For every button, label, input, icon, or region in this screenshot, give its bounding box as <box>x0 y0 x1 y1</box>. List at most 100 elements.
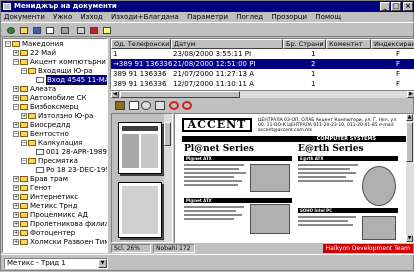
collapse-icon[interactable]: − <box>5 41 11 47</box>
document-scroll-thumb[interactable] <box>406 122 413 162</box>
thumbnails-pane[interactable] <box>111 113 173 243</box>
rotate-left-icon[interactable] <box>169 101 179 110</box>
expand-icon[interactable]: + <box>13 194 19 200</box>
expand-icon[interactable]: + <box>13 122 19 128</box>
tree-node[interactable]: + Биосредлд <box>13 121 70 130</box>
document-scrollbar[interactable]: ▲ ▼ <box>406 114 414 242</box>
tree-node[interactable]: + Пролетникова филиала Кредо <box>13 220 107 229</box>
col-pages[interactable]: Бр. Страни <box>283 39 326 49</box>
globe-icon[interactable] <box>5 25 16 35</box>
collapse-icon[interactable]: − <box>13 59 19 65</box>
tree-node[interactable]: 001 28-АPR-1989 <box>29 148 107 157</box>
expand-icon[interactable]: + <box>13 239 19 245</box>
tree-node[interactable]: + Алеата <box>13 85 56 94</box>
tree-node[interactable]: + Интернетикс <box>13 193 78 202</box>
tree-node[interactable]: + Изтолзно Ю-ра <box>21 112 93 121</box>
tree-node[interactable]: + Метикс Трнд <box>13 202 77 211</box>
tree-node[interactable]: − Пресмятка <box>21 157 78 166</box>
tree-node[interactable]: − Калкулация <box>21 139 82 148</box>
table-row[interactable]: 1 23/08/2000 3:55:11 PI 1 F <box>111 49 414 59</box>
tree-node[interactable]: − Македония <box>5 40 63 49</box>
tree-node[interactable]: +22 Май <box>13 49 56 58</box>
menu-edit[interactable]: Ужко <box>50 12 75 22</box>
collapse-icon[interactable]: − <box>13 104 19 110</box>
tree-node[interactable]: + Фотоцентер <box>13 229 75 238</box>
expand-icon[interactable]: + <box>13 221 19 227</box>
collapse-icon[interactable]: − <box>13 131 19 137</box>
tools-icon[interactable] <box>59 25 70 35</box>
col-phone[interactable]: Од. Телефонски броj <box>111 39 171 49</box>
scroll-right-icon[interactable]: ▶ <box>407 91 414 98</box>
documents-grid[interactable]: Од. Телефонски броj Датум Бр. Страни Ком… <box>110 38 414 90</box>
folder-icon <box>28 113 36 119</box>
minimize-button[interactable]: _ <box>380 2 390 11</box>
document-preview[interactable]: ACCENT ЦЕНТРАЛА 03-ОП, ОЛАБ Акцент Компю… <box>174 113 414 243</box>
folder-tree[interactable]: − Македония +22 Май − Акцент компютърни − Вход… <box>2 38 108 253</box>
thumbnails-scrollbar[interactable] <box>164 114 172 242</box>
tree-node[interactable]: + Брав трам <box>13 175 68 184</box>
close-button[interactable]: × <box>403 2 413 11</box>
page-icon[interactable] <box>129 101 139 110</box>
expand-icon[interactable]: + <box>21 113 27 119</box>
tree-node[interactable]: + Генот <box>13 184 52 193</box>
thumbnail-page-2[interactable] <box>118 182 162 238</box>
expand-icon[interactable]: + <box>13 230 19 236</box>
scroll-thumb[interactable] <box>120 91 240 98</box>
menu-output[interactable]: Изходи+Благдана <box>108 12 182 22</box>
delete-icon[interactable] <box>88 25 99 35</box>
expand-icon[interactable]: + <box>13 203 19 209</box>
expand-icon[interactable]: + <box>13 185 19 191</box>
maximize-button[interactable]: □ <box>391 2 401 11</box>
expand-icon[interactable]: + <box>13 212 19 218</box>
tree-node[interactable]: Вход 4545 11-МАУ-1986 <box>29 75 107 85</box>
menu-input[interactable]: Изход <box>77 12 105 22</box>
table-row[interactable]: 389 91 136336 12/07/2000 11:10:11 A 1 F <box>111 79 414 89</box>
thumbnails-icon[interactable] <box>115 101 125 110</box>
new-folder-icon[interactable] <box>18 25 29 35</box>
scroll-down-icon[interactable]: ▼ <box>406 235 413 242</box>
expand-icon[interactable]: + <box>13 95 19 101</box>
scroll-left-icon[interactable]: ◀ <box>111 91 119 98</box>
menu-view[interactable]: Поглед <box>233 12 266 22</box>
scanner-icon[interactable] <box>75 25 86 35</box>
tree-node[interactable]: + Холмски Развоен Тим доо <box>13 238 107 247</box>
col-date[interactable]: Датум <box>171 39 283 49</box>
expand-icon[interactable]: + <box>13 176 19 182</box>
menu-parameters[interactable]: Параметри <box>184 12 231 22</box>
table-row[interactable]: →389 91 136336 21/08/2000 12:51:00 PI 2 F <box>111 59 414 69</box>
menu-documents[interactable]: Документи <box>1 12 48 22</box>
collapse-icon[interactable]: − <box>21 158 27 164</box>
col-indexed[interactable]: Индексирани <box>371 39 414 49</box>
grid-horizontal-scrollbar[interactable]: ◀ ▶ <box>111 90 414 98</box>
tree-node[interactable]: − Бизбоксмерц <box>13 103 79 112</box>
folder-icon <box>20 95 28 101</box>
tree-node[interactable]: − Бентостно <box>13 130 69 139</box>
zoom-icon[interactable] <box>141 101 151 110</box>
tree-node-label: Бизбоксмерц <box>30 103 79 111</box>
zoom-out-icon[interactable] <box>155 101 165 110</box>
col-comment[interactable]: Коментнт <box>326 39 371 49</box>
folder-icon <box>20 122 28 128</box>
bottom-bar: Метикс - Трид 1 ▼ <box>1 254 414 272</box>
collapse-icon[interactable]: − <box>21 140 27 146</box>
product-image-3 <box>250 204 290 234</box>
people-icon[interactable] <box>31 25 42 35</box>
tree-node[interactable]: + Автомобиле СК <box>13 94 87 103</box>
tree-node[interactable]: − Акцент компютърни <box>13 58 106 67</box>
chevron-down-icon[interactable]: ▼ <box>98 259 107 268</box>
expand-icon[interactable]: + <box>13 86 19 92</box>
document-icon[interactable] <box>44 25 55 35</box>
thumbnail-page-1[interactable] <box>118 122 162 174</box>
expand-icon[interactable]: + <box>13 50 19 56</box>
menu-windows[interactable]: Прозорци <box>268 12 310 22</box>
help-icon[interactable] <box>101 25 112 35</box>
collapse-icon[interactable]: − <box>21 68 27 74</box>
table-row[interactable]: 389 91 136336 21/07/2000 11:27:13 A 1 F <box>111 69 414 79</box>
tree-node[interactable]: + Процелмикс АД <box>13 211 88 220</box>
thumbnails-scroll-thumb[interactable] <box>164 122 171 146</box>
folder-combo[interactable]: Метикс - Трид 1 ▼ <box>4 258 108 269</box>
rotate-right-icon[interactable] <box>182 101 192 110</box>
menu-help[interactable]: Помощ <box>312 12 344 22</box>
tree-node[interactable]: Ро 18 23-DEC-1998 <box>29 166 107 175</box>
scroll-up-icon[interactable]: ▲ <box>406 114 413 121</box>
